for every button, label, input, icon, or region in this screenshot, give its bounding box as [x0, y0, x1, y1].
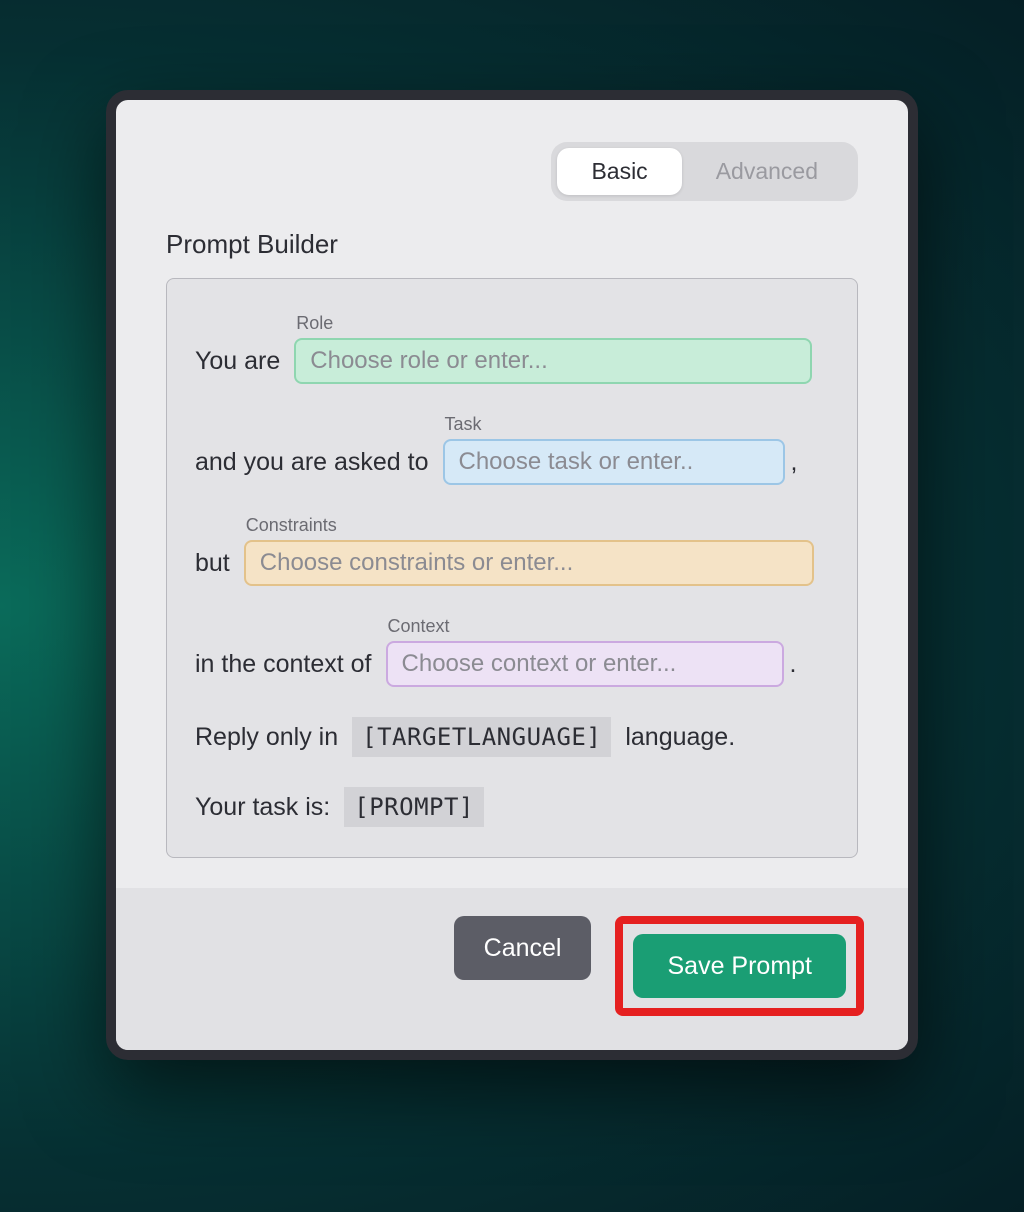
row-language: Reply only in [TARGETLANGUAGE] language.	[195, 717, 829, 757]
text-you-are: You are	[195, 338, 280, 384]
text-your-task-is: Your task is:	[195, 793, 330, 822]
row-constraints: but Constraints	[195, 515, 829, 586]
field-wrap-constraints: Constraints	[244, 515, 814, 586]
token-target-language: [TARGETLANGUAGE]	[352, 717, 611, 757]
token-prompt: [PROMPT]	[344, 787, 484, 827]
text-period: .	[790, 641, 797, 687]
row-role: You are Role	[195, 313, 829, 384]
builder-panel: You are Role and you are asked to Task ,…	[166, 278, 858, 858]
text-language: language.	[625, 723, 735, 752]
tab-group: Basic Advanced	[551, 142, 858, 201]
text-context-of: in the context of	[195, 641, 372, 687]
input-role[interactable]	[294, 338, 812, 384]
label-constraints: Constraints	[244, 515, 814, 536]
field-wrap-role: Role	[294, 313, 812, 384]
save-highlight: Save Prompt	[615, 916, 864, 1016]
input-context[interactable]	[386, 641, 784, 687]
modal-footer: Cancel Save Prompt	[116, 888, 908, 1050]
cancel-button[interactable]: Cancel	[454, 916, 592, 980]
field-wrap-context: Context	[386, 616, 784, 687]
modal-body: Basic Advanced Prompt Builder You are Ro…	[116, 100, 908, 888]
text-but: but	[195, 540, 230, 586]
field-wrap-task: Task	[443, 414, 785, 485]
tab-advanced[interactable]: Advanced	[682, 148, 852, 195]
label-context: Context	[386, 616, 784, 637]
section-title: Prompt Builder	[166, 229, 858, 260]
row-task-is: Your task is: [PROMPT]	[195, 787, 829, 827]
save-prompt-button[interactable]: Save Prompt	[633, 934, 846, 998]
row-context: in the context of Context .	[195, 616, 829, 687]
label-task: Task	[443, 414, 785, 435]
input-task[interactable]	[443, 439, 785, 485]
text-reply-only-in: Reply only in	[195, 723, 338, 752]
text-comma: ,	[791, 439, 798, 485]
input-constraints[interactable]	[244, 540, 814, 586]
row-task: and you are asked to Task ,	[195, 414, 829, 485]
text-asked-to: and you are asked to	[195, 439, 429, 485]
prompt-builder-modal: Basic Advanced Prompt Builder You are Ro…	[106, 90, 918, 1060]
label-role: Role	[294, 313, 812, 334]
tab-bar: Basic Advanced	[166, 142, 858, 201]
tab-basic[interactable]: Basic	[557, 148, 681, 195]
